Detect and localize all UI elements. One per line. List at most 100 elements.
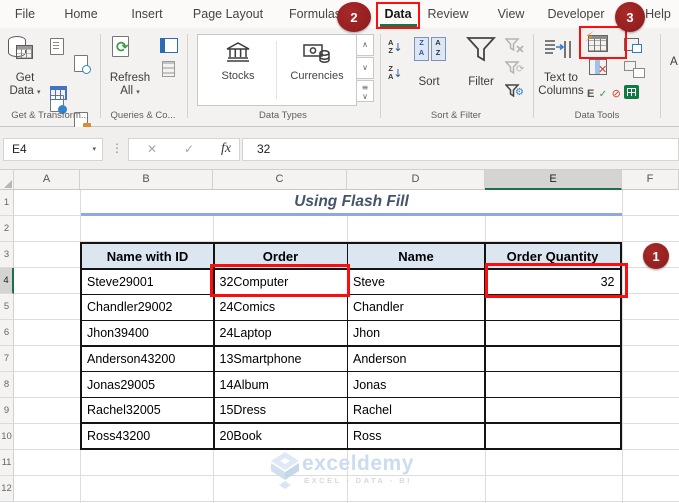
- table-cell[interactable]: Ross: [348, 423, 484, 448]
- sort-az-button[interactable]: A Z ↓: [388, 39, 403, 57]
- table-cell[interactable]: Rachel: [348, 398, 484, 423]
- row-header-5[interactable]: 5: [0, 294, 14, 320]
- get-data-label[interactable]: Get Data ▾: [9, 72, 40, 99]
- table-cell[interactable]: 13Smartphone: [214, 346, 347, 371]
- formula-input[interactable]: 32: [242, 138, 679, 161]
- table-cell[interactable]: Anderson43200: [82, 346, 213, 371]
- tab-insert[interactable]: Insert: [131, 0, 162, 28]
- tab-view[interactable]: View: [498, 0, 525, 28]
- column-header-c[interactable]: C: [213, 170, 347, 190]
- name-box-caret-icon[interactable]: ▾: [92, 139, 96, 160]
- filter-label[interactable]: Filter: [468, 76, 494, 89]
- tab-developer[interactable]: Developer: [548, 0, 605, 28]
- from-table-range-icon[interactable]: [50, 86, 67, 100]
- table-cell[interactable]: Ross43200: [82, 423, 213, 448]
- reapply-filter-icon[interactable]: ⟳: [504, 61, 525, 82]
- excel-window: File Home Insert Page Layout Formulas Da…: [0, 0, 679, 503]
- table-cell[interactable]: Chandler29002: [82, 295, 213, 320]
- relationships-button[interactable]: [624, 61, 645, 78]
- text-to-columns-button[interactable]: [543, 38, 573, 67]
- formula-bar-grip-icon: ⋮: [111, 141, 123, 155]
- table-cell[interactable]: Anderson: [348, 346, 484, 371]
- sort-label[interactable]: Sort: [418, 76, 439, 89]
- table-cell[interactable]: [485, 295, 620, 320]
- table-cell[interactable]: 14Album: [214, 372, 347, 397]
- get-data-button[interactable]: [8, 36, 33, 59]
- stocks-button[interactable]: Stocks: [203, 41, 273, 107]
- table-cell[interactable]: [485, 398, 620, 423]
- queries-connections-icon[interactable]: [160, 38, 178, 53]
- table-cell[interactable]: 24Laptop: [214, 321, 347, 346]
- table-cell[interactable]: Steve: [348, 269, 484, 294]
- advanced-filter-icon[interactable]: ⚙: [504, 84, 525, 105]
- filter-button[interactable]: [465, 36, 497, 68]
- table-cell[interactable]: Steve29001: [82, 269, 213, 294]
- row-header-4-selected[interactable]: 4: [0, 268, 14, 294]
- gallery-scroll-up-icon[interactable]: ∧: [356, 34, 374, 56]
- insert-function-icon[interactable]: fx: [221, 141, 231, 157]
- enter-icon[interactable]: ✓: [184, 142, 194, 156]
- row-header-1[interactable]: 1: [0, 190, 14, 216]
- table-cell[interactable]: Jonas29005: [82, 372, 213, 397]
- table-cell[interactable]: [485, 372, 620, 397]
- tab-review[interactable]: Review: [428, 0, 469, 28]
- refresh-all-label[interactable]: Refresh All ▾: [110, 72, 150, 99]
- tab-formulas[interactable]: Formulas: [289, 0, 341, 28]
- tab-help[interactable]: Help: [645, 0, 671, 28]
- dropdown-caret-icon: ▾: [36, 88, 41, 96]
- row-header-3[interactable]: 3: [0, 242, 14, 268]
- currencies-button[interactable]: Currencies: [282, 41, 352, 107]
- table-cell[interactable]: 20Book: [214, 423, 347, 448]
- table-cell[interactable]: [485, 346, 620, 371]
- table-cell[interactable]: Jhon39400: [82, 321, 213, 346]
- tab-home[interactable]: Home: [64, 0, 97, 28]
- money-icon: [303, 44, 330, 63]
- row-header-11[interactable]: 11: [0, 450, 14, 476]
- table-cell[interactable]: [485, 423, 620, 448]
- column-header-f[interactable]: F: [622, 170, 679, 190]
- properties-icon[interactable]: [162, 61, 175, 77]
- ribbon: Get Data ▾ Get & Transform... ⟳ Refresh …: [0, 28, 679, 172]
- clear-filter-icon[interactable]: [504, 38, 525, 59]
- row-header-9[interactable]: 9: [0, 398, 14, 424]
- table-cell[interactable]: Rachel32005: [82, 398, 213, 423]
- cancel-icon[interactable]: ✕: [147, 142, 157, 156]
- column-header-d[interactable]: D: [347, 170, 485, 190]
- table-header-cell[interactable]: Name with ID: [82, 244, 213, 269]
- sort-button[interactable]: ZAAZ: [414, 37, 446, 61]
- gallery-scroll-down-icon[interactable]: ∨: [356, 57, 374, 79]
- row-header-12[interactable]: 12: [0, 476, 14, 502]
- select-all-corner[interactable]: [0, 170, 14, 190]
- name-box[interactable]: E4 ▾: [3, 138, 103, 161]
- sheet-title-cell[interactable]: Using Flash Fill: [81, 190, 622, 216]
- table-cell[interactable]: Jonas: [348, 372, 484, 397]
- table-cell[interactable]: 15Dress: [214, 398, 347, 423]
- column-header-a[interactable]: A: [14, 170, 80, 190]
- row-header-10[interactable]: 10: [0, 424, 14, 450]
- text-to-columns-label[interactable]: Text to Columns: [538, 72, 583, 98]
- table-cell[interactable]: Jhon: [348, 321, 484, 346]
- gallery-more-icon[interactable]: ≡ ∨: [356, 80, 374, 102]
- column-header-b[interactable]: B: [80, 170, 213, 190]
- sort-za-button[interactable]: Z A ↓: [388, 65, 403, 83]
- annotation-box-cell-c4: [210, 264, 350, 297]
- from-text-csv-icon[interactable]: [50, 38, 64, 55]
- manage-data-model-button[interactable]: [624, 85, 639, 99]
- tab-file[interactable]: File: [15, 0, 35, 28]
- row-header-7[interactable]: 7: [0, 346, 14, 372]
- refresh-all-button[interactable]: ⟳: [112, 36, 129, 57]
- data-validation-button[interactable]: E ✓ ⊘ ▾: [587, 84, 629, 102]
- table-header-cell[interactable]: Name: [348, 244, 484, 269]
- table-cell[interactable]: [485, 321, 620, 346]
- row-header-6[interactable]: 6: [0, 320, 14, 346]
- row-header-2[interactable]: 2: [0, 216, 14, 242]
- table-cell[interactable]: 24Comics: [214, 295, 347, 320]
- remove-duplicates-button[interactable]: ✕: [589, 59, 607, 76]
- row-header-8[interactable]: 8: [0, 372, 14, 398]
- column-header-e-selected[interactable]: E: [485, 170, 622, 190]
- table-cell[interactable]: Chandler: [348, 295, 484, 320]
- recent-sources-icon[interactable]: [74, 55, 91, 74]
- group-separator: [380, 34, 381, 118]
- tab-page-layout[interactable]: Page Layout: [193, 0, 263, 28]
- next-group-clipped-label: A: [670, 56, 678, 68]
